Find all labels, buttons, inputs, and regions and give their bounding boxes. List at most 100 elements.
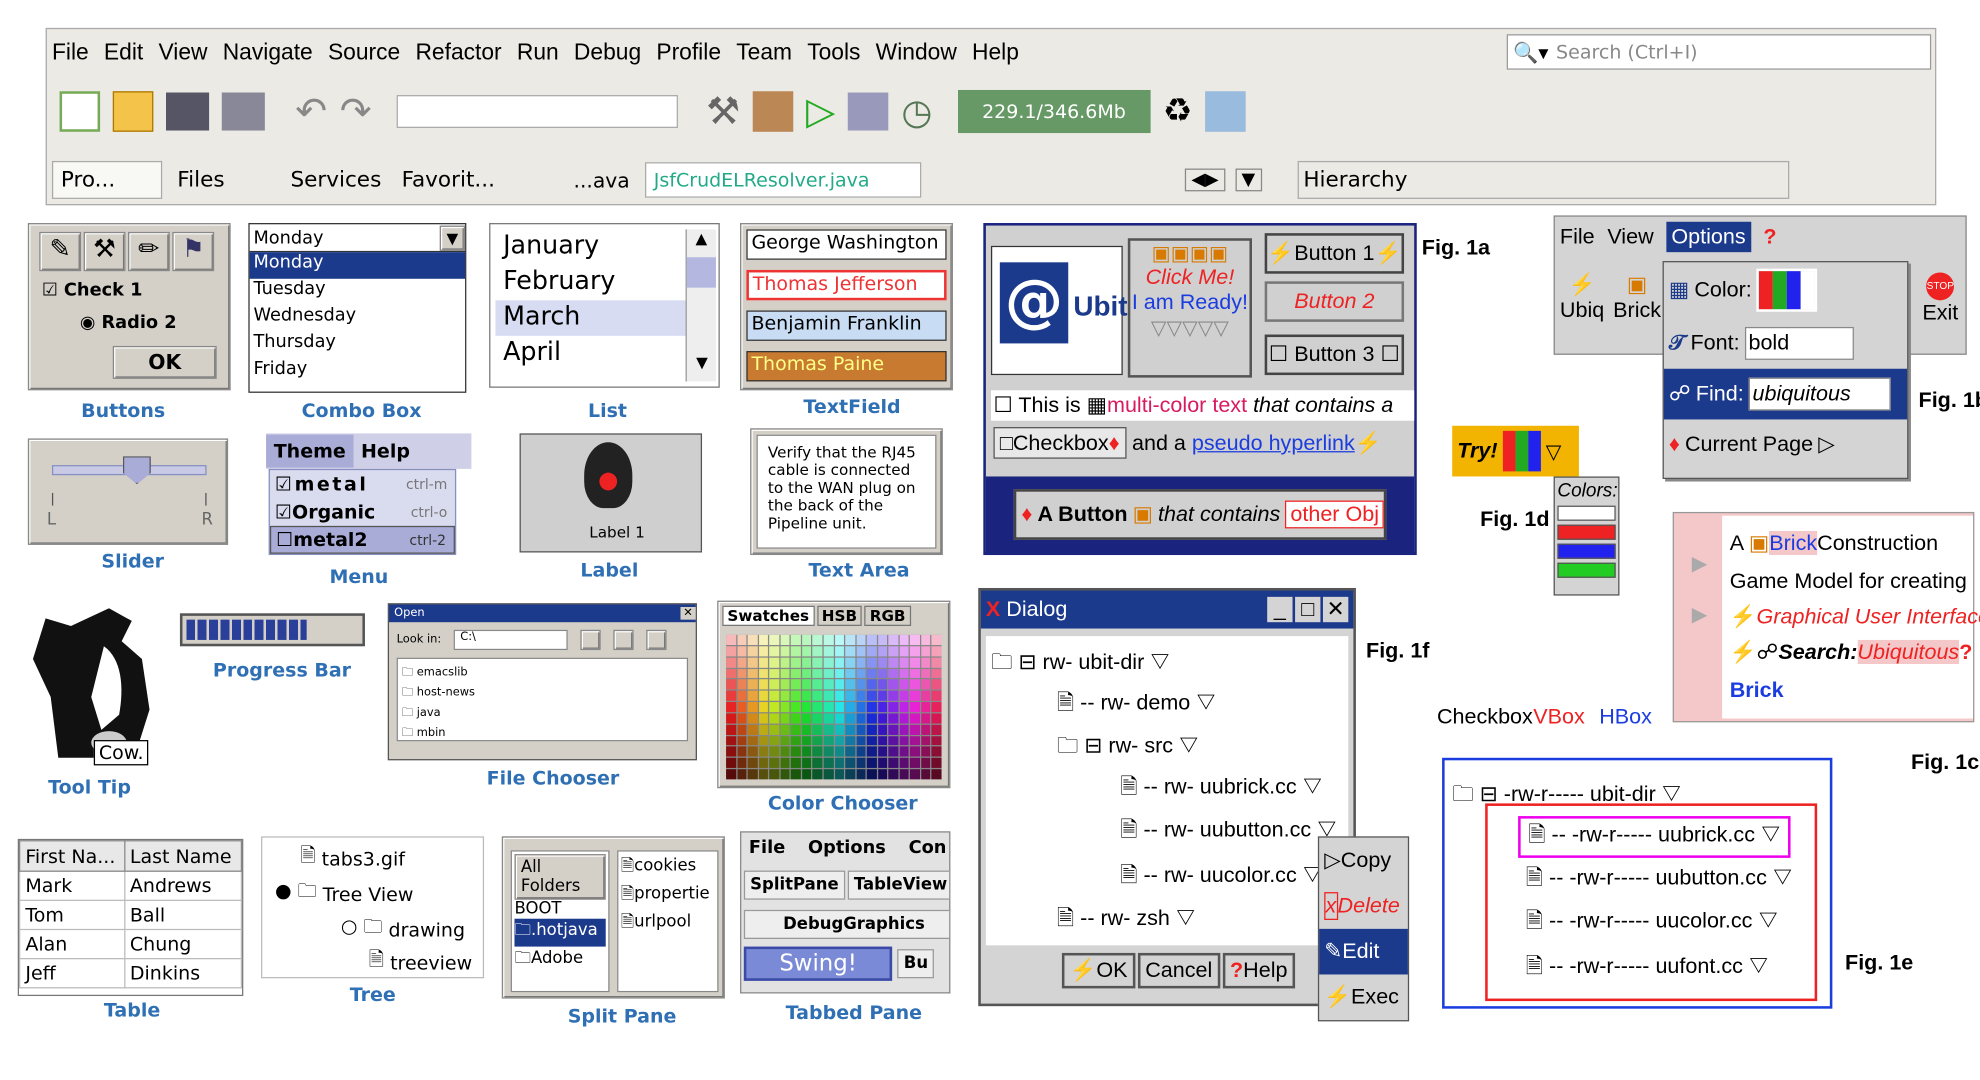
color-swatch[interactable] xyxy=(747,746,758,757)
color-swatch[interactable] xyxy=(812,735,823,746)
menu-options[interactable]: Options xyxy=(1666,221,1751,253)
color-swatch[interactable] xyxy=(769,735,780,746)
brush-icon[interactable]: ✏ xyxy=(127,231,170,272)
combo-item[interactable]: Tuesday xyxy=(250,279,465,306)
check-1[interactable]: ☑ Check 1 xyxy=(42,280,143,300)
lookin-select[interactable]: C:\ xyxy=(453,629,568,651)
color-swatch[interactable] xyxy=(931,634,942,645)
menu-run[interactable]: Run xyxy=(517,39,559,66)
color-swatch[interactable] xyxy=(791,713,801,724)
color-swatch[interactable] xyxy=(812,679,823,690)
color-swatch[interactable] xyxy=(921,690,931,701)
scroll-arrows-icon[interactable]: ◀▶ xyxy=(1185,168,1226,192)
color-swatch[interactable] xyxy=(888,668,899,679)
tree-node[interactable]: 🗀Adobe xyxy=(514,947,605,975)
color-swatch[interactable] xyxy=(758,713,769,724)
color-swatch[interactable] xyxy=(931,657,942,668)
file-item[interactable]: 🗎cookies xyxy=(621,854,715,882)
textarea[interactable]: Verify that the RJ45 cable is connected … xyxy=(756,434,937,549)
color-swatch[interactable] xyxy=(801,657,812,668)
color-swatch[interactable] xyxy=(877,702,888,713)
combo-item[interactable]: Friday xyxy=(250,359,465,386)
color-swatch[interactable] xyxy=(866,679,877,690)
color-swatch[interactable] xyxy=(812,758,823,769)
color-swatch[interactable] xyxy=(899,679,910,690)
color-swatch[interactable] xyxy=(899,769,910,780)
color-swatch[interactable] xyxy=(888,657,899,668)
color-swatch[interactable] xyxy=(726,746,736,757)
color-swatch[interactable] xyxy=(780,646,790,657)
color-swatch[interactable] xyxy=(791,646,801,657)
color-swatch[interactable] xyxy=(845,646,855,657)
profile-icon[interactable]: ◷ xyxy=(901,91,932,133)
popup-delete[interactable]: x Delete xyxy=(1319,883,1408,929)
color-swatch[interactable] xyxy=(758,668,769,679)
color-swatch[interactable] xyxy=(845,758,855,769)
color-swatch[interactable] xyxy=(736,758,747,769)
color-swatch[interactable] xyxy=(931,758,942,769)
menu-team[interactable]: Team xyxy=(736,39,792,66)
color-swatch[interactable] xyxy=(888,713,899,724)
list-item[interactable]: March xyxy=(495,300,686,336)
color-swatch[interactable] xyxy=(780,735,790,746)
color-swatch[interactable] xyxy=(921,758,931,769)
menu-navigate[interactable]: Navigate xyxy=(223,39,313,66)
color-swatch[interactable] xyxy=(888,634,899,645)
color-swatch[interactable] xyxy=(791,746,801,757)
expand-icon[interactable]: ▶ xyxy=(1692,602,1708,626)
color-swatch[interactable] xyxy=(801,746,812,757)
redo-icon[interactable]: ↷ xyxy=(340,89,372,133)
color-swatch[interactable] xyxy=(921,668,931,679)
color-swatch[interactable] xyxy=(910,724,920,735)
color-bars[interactable] xyxy=(1756,268,1818,312)
color-swatch[interactable] xyxy=(780,668,790,679)
menu-view[interactable]: View xyxy=(158,39,207,66)
color-swatch[interactable] xyxy=(888,769,899,780)
table-row[interactable]: Mark Andrews xyxy=(19,870,243,901)
color-swatch[interactable] xyxy=(758,758,769,769)
color-swatch[interactable] xyxy=(736,634,747,645)
color-swatch[interactable] xyxy=(736,702,747,713)
color-swatch[interactable] xyxy=(769,646,780,657)
menu-file[interactable]: File xyxy=(52,39,89,66)
find-item[interactable]: ☍ Find: ubiquitous xyxy=(1663,368,1908,420)
color-swatch[interactable] xyxy=(747,769,758,780)
tree-row[interactable]: 🗎 -- rw- uucolor.cc ▽ xyxy=(1120,859,1322,896)
color-swatch[interactable] xyxy=(910,634,920,645)
ok-button[interactable]: ⚡OK xyxy=(1061,952,1136,989)
popup-copy[interactable]: ▷ Copy xyxy=(1319,838,1408,884)
color-swatch[interactable] xyxy=(812,668,823,679)
list-item[interactable]: January xyxy=(495,229,685,264)
color-swatch[interactable] xyxy=(856,746,866,757)
color-swatch[interactable] xyxy=(812,646,823,657)
color-swatch[interactable] xyxy=(877,758,888,769)
color-swatch[interactable] xyxy=(856,634,866,645)
button-2[interactable]: Button 2 xyxy=(1264,281,1405,322)
file-item[interactable]: 🗀 java xyxy=(402,703,683,723)
color-swatch[interactable] xyxy=(769,713,780,724)
combo-box[interactable]: Monday ▼ Monday Tuesday Wednesday Thursd… xyxy=(248,223,467,393)
color-swatch[interactable] xyxy=(758,769,769,780)
color-swatch[interactable] xyxy=(780,769,790,780)
color-swatch[interactable] xyxy=(747,646,758,657)
color-swatch[interactable] xyxy=(758,657,769,668)
list-scrollbar[interactable]: ▲ ▼ xyxy=(685,229,717,382)
menu-help[interactable]: Help xyxy=(972,39,1019,66)
color-swatch[interactable] xyxy=(856,735,866,746)
color-swatch[interactable] xyxy=(834,690,845,701)
chevron-down-icon[interactable]: ▽ xyxy=(1546,439,1562,463)
color-swatch[interactable] xyxy=(801,668,812,679)
cube-icon[interactable] xyxy=(1205,91,1246,132)
color-swatch[interactable] xyxy=(780,634,790,645)
open-project-icon[interactable] xyxy=(166,92,210,131)
color-swatch[interactable] xyxy=(899,646,910,657)
color-swatch[interactable] xyxy=(845,690,855,701)
table-row[interactable]: Alan Chung xyxy=(19,928,243,960)
color-swatch[interactable] xyxy=(888,646,899,657)
scroll-down-icon[interactable]: ▼ xyxy=(687,354,717,382)
color-swatch[interactable] xyxy=(726,769,736,780)
color-swatch[interactable] xyxy=(769,634,780,645)
color-swatch[interactable] xyxy=(888,758,899,769)
run-icon[interactable]: ▷ xyxy=(806,89,835,133)
menu-source[interactable]: Source xyxy=(328,39,400,66)
